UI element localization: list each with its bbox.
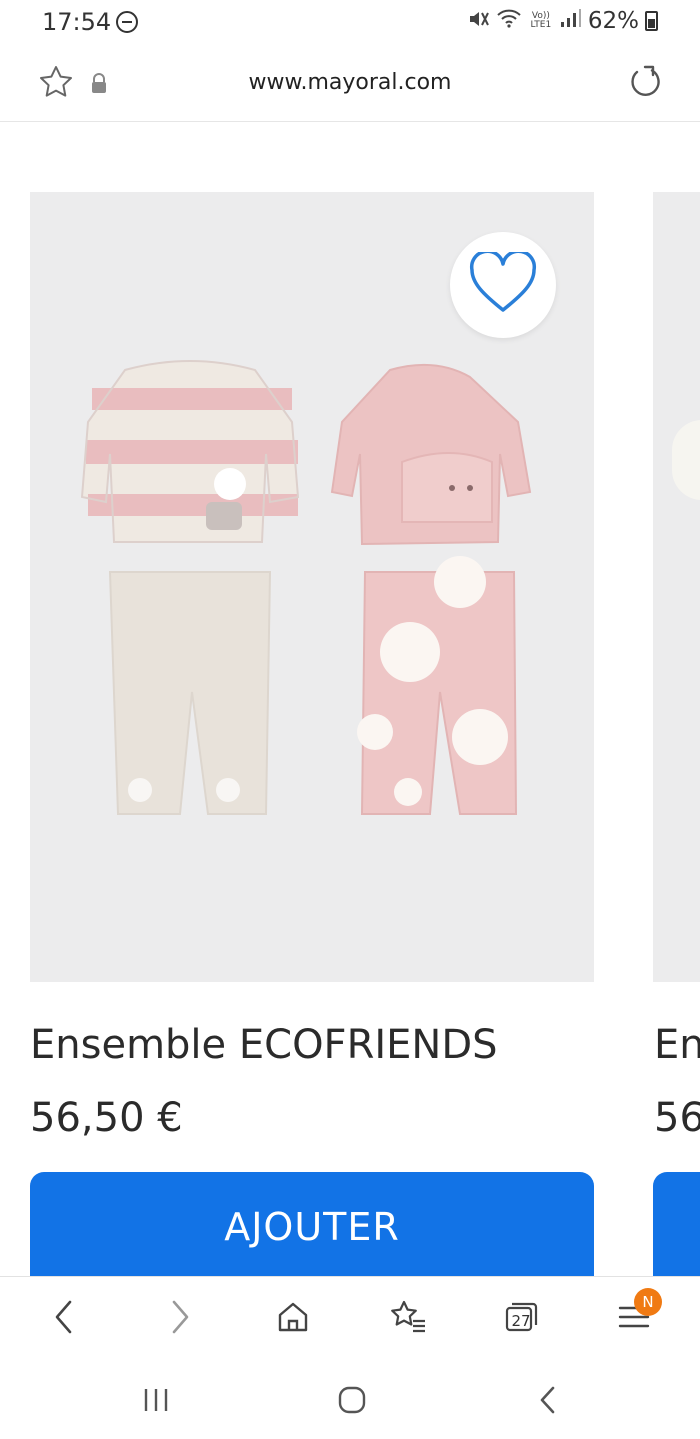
do-not-disturb-icon [116, 11, 138, 33]
menu-badge: N [634, 1288, 662, 1316]
heart-icon [468, 249, 538, 318]
pink-top-illustration [330, 363, 532, 546]
product-title[interactable]: Ensemble ECOFRIENDS [30, 1022, 498, 1068]
next-product-image[interactable] [653, 192, 700, 982]
chevron-right-icon [168, 1299, 192, 1339]
browser-toolbar: 27 [0, 1276, 700, 1360]
system-navigation-bar [0, 1360, 700, 1439]
battery-percent: 62% [587, 8, 639, 34]
reload-icon[interactable] [628, 64, 664, 104]
status-indicators: Vo)) LTE1 62% [468, 8, 658, 34]
favorite-button[interactable] [450, 232, 556, 338]
wifi-icon [496, 8, 522, 34]
next-product-title[interactable]: En [654, 1022, 700, 1068]
url-text[interactable]: www.mayoral.com [0, 70, 700, 95]
status-time: 17:54 [42, 8, 112, 36]
network-label: Vo)) LTE1 [530, 11, 552, 30]
home-button[interactable] [269, 1295, 317, 1343]
home-circle-icon [336, 1384, 368, 1420]
forward-button[interactable] [156, 1295, 204, 1343]
bookmark-list-icon [389, 1299, 427, 1339]
next-product-price: 56 [654, 1095, 700, 1141]
home-nav-button[interactable] [332, 1382, 372, 1422]
mute-icon [468, 9, 490, 34]
chevron-left-icon [52, 1299, 76, 1339]
tab-count: 27 [511, 1312, 531, 1330]
striped-top-illustration [80, 360, 300, 543]
beige-leggings-illustration [108, 571, 272, 815]
url-bar[interactable]: www.mayoral.com [0, 46, 700, 122]
signal-icon [560, 8, 582, 34]
back-button[interactable] [40, 1295, 88, 1343]
tabs-button[interactable]: 27 [497, 1295, 545, 1343]
recent-apps-icon [141, 1386, 171, 1418]
recent-apps-button[interactable] [136, 1382, 176, 1422]
home-icon [275, 1299, 311, 1339]
back-nav-button[interactable] [528, 1382, 568, 1422]
next-add-to-cart-button[interactable] [653, 1172, 700, 1282]
bookmarks-button[interactable] [384, 1295, 432, 1343]
status-bar: 17:54 Vo)) LTE1 62% [0, 0, 700, 46]
product-price: 56,50 € [30, 1095, 183, 1141]
pink-leggings-illustration [357, 556, 518, 815]
back-chevron-icon [536, 1384, 560, 1420]
add-to-cart-button[interactable]: AJOUTER [30, 1172, 594, 1282]
battery-icon [645, 11, 658, 31]
